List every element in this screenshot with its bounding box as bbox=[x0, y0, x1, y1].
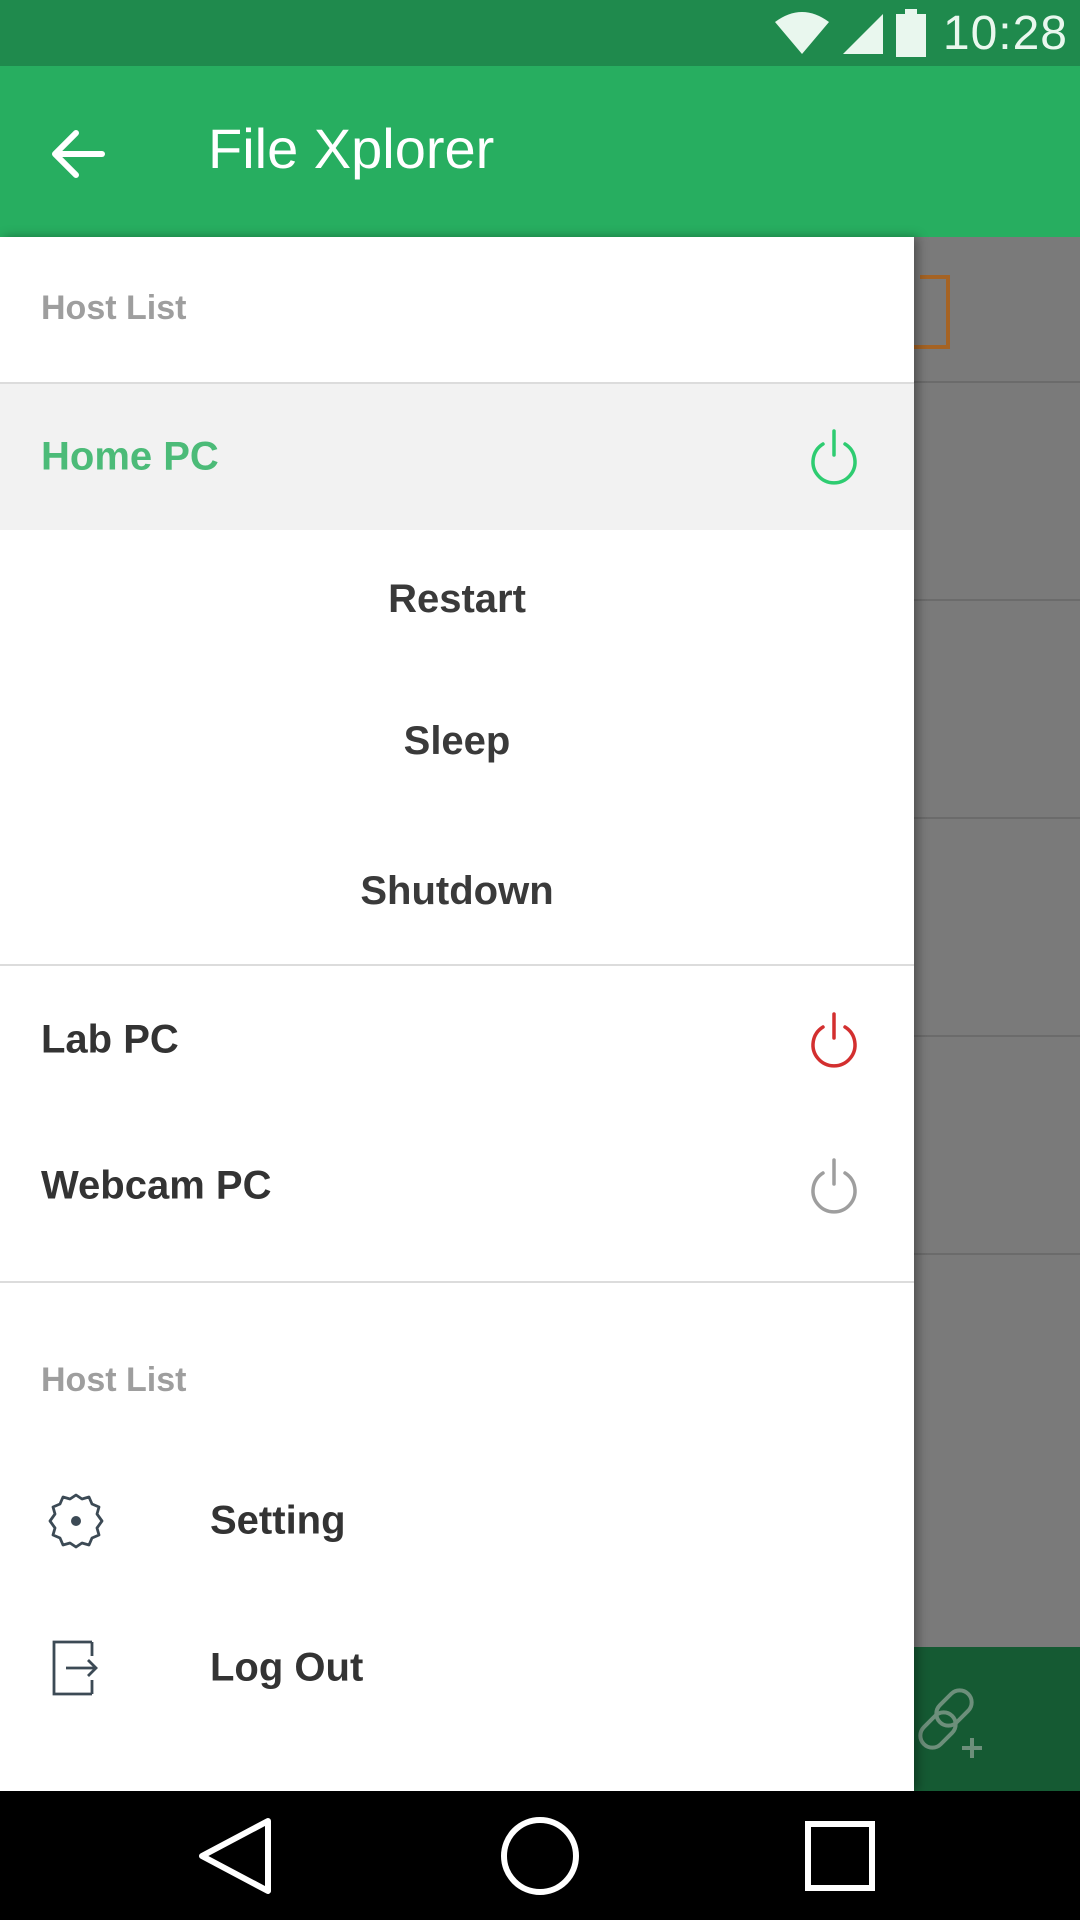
host-name: Home PC bbox=[41, 434, 219, 479]
sleep-action[interactable]: Sleep bbox=[0, 719, 914, 764]
status-bar: 10:28 bbox=[0, 0, 1080, 66]
host-item-webcam-pc[interactable]: Webcam PC bbox=[0, 1113, 914, 1259]
battery-icon bbox=[895, 9, 926, 57]
home-circle-icon[interactable] bbox=[495, 1811, 585, 1901]
signal-icon bbox=[842, 14, 883, 54]
menu-label: Log Out bbox=[210, 1645, 364, 1690]
toolbar: File Xplorer bbox=[0, 66, 1080, 237]
back-button[interactable] bbox=[38, 114, 118, 194]
divider bbox=[0, 964, 914, 966]
power-icon[interactable] bbox=[808, 1158, 860, 1214]
menu-label: Setting bbox=[210, 1498, 346, 1543]
gear-icon bbox=[48, 1493, 104, 1549]
hosts-section-header: Host List bbox=[41, 289, 187, 327]
power-icon[interactable] bbox=[808, 1012, 860, 1068]
back-triangle-icon[interactable] bbox=[190, 1811, 280, 1901]
system-nav-bar bbox=[0, 1791, 1080, 1920]
menu-item-log-out[interactable]: Log Out bbox=[0, 1595, 914, 1741]
link-add-icon[interactable] bbox=[912, 1682, 992, 1762]
power-icon[interactable] bbox=[808, 429, 860, 485]
host-item-lab-pc[interactable]: Lab PC bbox=[0, 967, 914, 1113]
status-icons: 10:28 bbox=[773, 6, 1068, 60]
host-name: Webcam PC bbox=[41, 1163, 272, 1208]
menu-item-setting[interactable]: Setting bbox=[0, 1448, 914, 1594]
shutdown-action[interactable]: Shutdown bbox=[0, 869, 914, 914]
logout-icon bbox=[52, 1640, 98, 1696]
restart-action[interactable]: Restart bbox=[0, 577, 914, 622]
recents-square-icon[interactable] bbox=[795, 1811, 885, 1901]
app-title: File Xplorer bbox=[208, 117, 495, 180]
host-name: Lab PC bbox=[41, 1017, 179, 1062]
document-icon bbox=[902, 275, 950, 349]
status-time: 10:28 bbox=[942, 6, 1068, 60]
wifi-icon bbox=[774, 12, 829, 54]
arrow-left-icon bbox=[52, 130, 105, 178]
menu-section-header: Host List bbox=[41, 1361, 187, 1399]
navigation-drawer: Host List Home PC Restart Sleep Shutdown… bbox=[0, 237, 914, 1791]
divider bbox=[0, 1281, 914, 1283]
host-item-home-pc[interactable]: Home PC bbox=[0, 384, 914, 530]
